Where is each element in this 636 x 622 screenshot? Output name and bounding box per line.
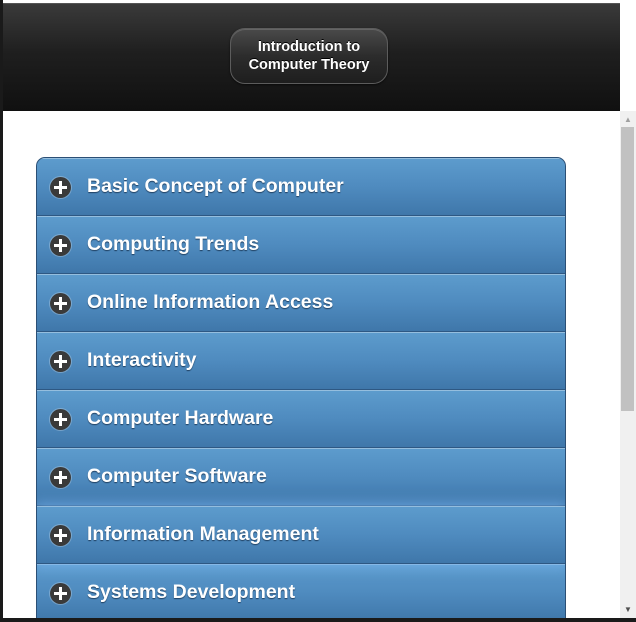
accordion-item-label: Computer Hardware [87,407,274,429]
window-bottom-border [0,618,636,622]
accordion-item-online-information-access[interactable]: Online Information Access [37,274,565,332]
plus-circle-icon [50,293,71,314]
app-window: Introduction to Computer Theory Basic Co… [0,0,636,622]
accordion-item-label: Information Management [87,523,319,545]
accordion-item-label: Computing Trends [87,233,260,255]
page-title[interactable]: Introduction to Computer Theory [230,28,388,84]
scroll-down-arrow-icon[interactable]: ▼ [620,603,636,617]
plus-circle-icon [50,467,71,488]
header-bar: Introduction to Computer Theory [3,3,620,112]
plus-circle-icon [50,583,71,604]
vertical-scrollbar[interactable]: ▲ ▼ [620,111,636,618]
accordion-item-label: Computer Software [87,465,267,487]
accordion-item-label: Interactivity [87,349,197,371]
accordion-item-computer-software[interactable]: Computer Software [37,448,565,506]
accordion-item-computer-hardware[interactable]: Computer Hardware [37,390,565,448]
scroll-thumb[interactable] [621,127,634,411]
accordion-item-computing-trends[interactable]: Computing Trends [37,216,565,274]
plus-circle-icon [50,235,71,256]
topic-accordion: Basic Concept of Computer Computing Tren… [36,157,566,622]
scroll-up-arrow-icon[interactable]: ▲ [620,113,636,127]
accordion-item-interactivity[interactable]: Interactivity [37,332,565,390]
plus-circle-icon [50,351,71,372]
accordion-item-systems-development[interactable]: Systems Development [37,564,565,622]
window-left-border [0,0,3,622]
plus-circle-icon [50,177,71,198]
plus-circle-icon [50,525,71,546]
accordion-item-information-management[interactable]: Information Management [37,506,565,564]
accordion-item-label: Online Information Access [87,291,334,313]
accordion-item-label: Basic Concept of Computer [87,175,344,197]
accordion-item-basic-concept[interactable]: Basic Concept of Computer [37,158,565,216]
plus-circle-icon [50,409,71,430]
accordion-item-label: Systems Development [87,581,296,603]
